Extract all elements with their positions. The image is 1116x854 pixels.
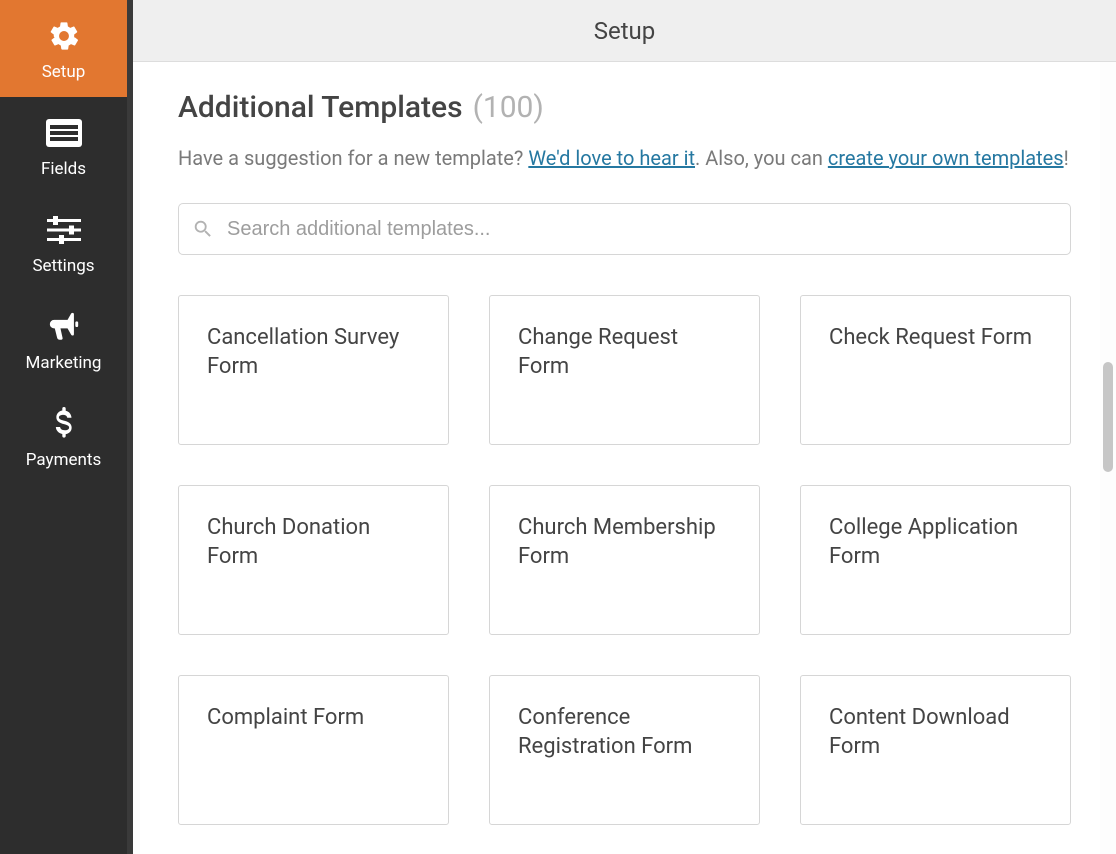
suggestion-link[interactable]: We'd love to hear it	[528, 146, 695, 170]
list-icon	[44, 113, 84, 153]
search-icon	[192, 218, 214, 240]
template-card-title: Complaint Form	[207, 704, 420, 733]
sidebar-item-label: Marketing	[26, 353, 102, 373]
bullhorn-icon	[44, 307, 84, 347]
sidebar-item-label: Setup	[42, 62, 86, 82]
template-card[interactable]: Church Membership Form	[489, 485, 760, 635]
section-title: Additional Templates (100)	[178, 90, 1071, 125]
dollar-icon	[44, 404, 84, 444]
template-card[interactable]: Change Request Form	[489, 295, 760, 445]
sidebar-item-fields[interactable]: Fields	[0, 97, 127, 194]
sidebar-item-label: Fields	[41, 159, 86, 179]
sidebar-item-payments[interactable]: Payments	[0, 388, 127, 485]
template-card-title: Cancellation Survey Form	[207, 324, 420, 381]
template-card-title: College Application Form	[829, 514, 1042, 571]
page-title: Setup	[594, 17, 656, 45]
template-card[interactable]: Complaint Form	[178, 675, 449, 825]
template-card-title: Conference Registration Form	[518, 704, 731, 761]
template-card-title: Church Membership Form	[518, 514, 731, 571]
template-card[interactable]: Check Request Form	[800, 295, 1071, 445]
sliders-icon	[44, 210, 84, 250]
gear-icon	[44, 16, 84, 56]
search-wrap	[178, 203, 1071, 255]
template-card[interactable]: College Application Form	[800, 485, 1071, 635]
template-card-title: Change Request Form	[518, 324, 731, 381]
sidebar-item-setup[interactable]: Setup	[0, 0, 127, 97]
section-count: (100)	[473, 90, 544, 125]
template-card-title: Content Download Form	[829, 704, 1042, 761]
scrollbar-track[interactable]	[1100, 62, 1116, 854]
template-card[interactable]: Church Donation Form	[178, 485, 449, 635]
main-panel: Setup Additional Templates (100) Have a …	[127, 0, 1116, 854]
sidebar: Setup Fields Settings Marketing	[0, 0, 127, 854]
subtext-part1: Have a suggestion for a new template?	[178, 146, 528, 170]
section-title-text: Additional Templates	[178, 90, 463, 125]
sidebar-item-marketing[interactable]: Marketing	[0, 291, 127, 388]
subtext-part3: !	[1064, 146, 1069, 170]
sidebar-item-label: Payments	[26, 450, 101, 470]
header: Setup	[133, 0, 1116, 62]
search-input[interactable]	[178, 203, 1071, 255]
content-outer: Additional Templates (100) Have a sugges…	[133, 62, 1116, 854]
sidebar-item-label: Settings	[32, 256, 94, 276]
template-card[interactable]: Conference Registration Form	[489, 675, 760, 825]
content: Additional Templates (100) Have a sugges…	[133, 62, 1116, 854]
subtext-part2: . Also, you can	[695, 146, 828, 170]
create-own-link[interactable]: create your own templates	[828, 146, 1064, 170]
section-subtext: Have a suggestion for a new template? We…	[178, 143, 1071, 173]
templates-grid: Cancellation Survey Form Change Request …	[178, 295, 1071, 825]
template-card-title: Church Donation Form	[207, 514, 420, 571]
template-card[interactable]: Content Download Form	[800, 675, 1071, 825]
app-container: Setup Fields Settings Marketing	[0, 0, 1116, 854]
template-card-title: Check Request Form	[829, 324, 1042, 353]
scrollbar-thumb[interactable]	[1103, 362, 1113, 472]
template-card[interactable]: Cancellation Survey Form	[178, 295, 449, 445]
sidebar-item-settings[interactable]: Settings	[0, 194, 127, 291]
